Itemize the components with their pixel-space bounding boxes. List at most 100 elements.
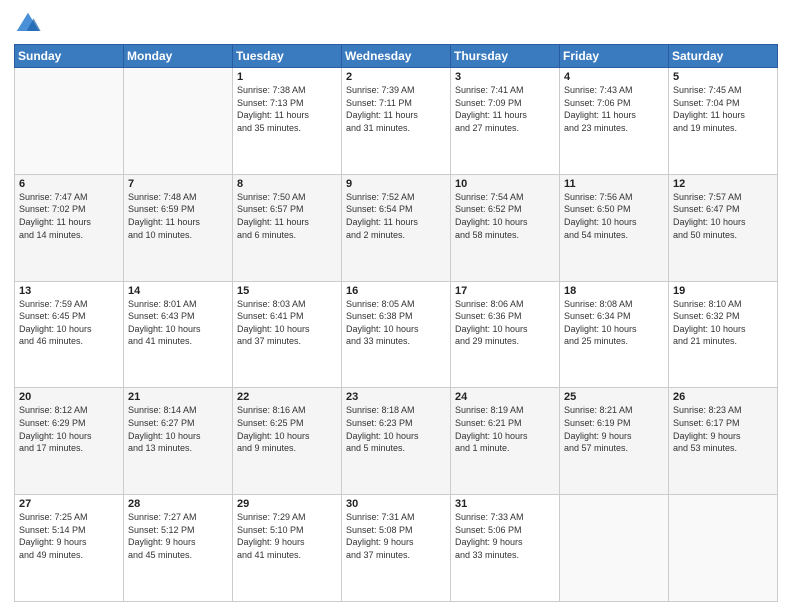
- weekday-header-wednesday: Wednesday: [342, 45, 451, 68]
- calendar-cell: 7Sunrise: 7:48 AM Sunset: 6:59 PM Daylig…: [124, 174, 233, 281]
- day-info: Sunrise: 8:14 AM Sunset: 6:27 PM Dayligh…: [128, 404, 228, 454]
- weekday-header-friday: Friday: [560, 45, 669, 68]
- day-info: Sunrise: 7:43 AM Sunset: 7:06 PM Dayligh…: [564, 84, 664, 134]
- week-row-2: 6Sunrise: 7:47 AM Sunset: 7:02 PM Daylig…: [15, 174, 778, 281]
- day-number: 5: [673, 71, 773, 83]
- day-info: Sunrise: 7:59 AM Sunset: 6:45 PM Dayligh…: [19, 298, 119, 348]
- day-number: 13: [19, 285, 119, 297]
- day-number: 14: [128, 285, 228, 297]
- day-number: 23: [346, 391, 446, 403]
- calendar-cell: 26Sunrise: 8:23 AM Sunset: 6:17 PM Dayli…: [669, 388, 778, 495]
- calendar-cell: 11Sunrise: 7:56 AM Sunset: 6:50 PM Dayli…: [560, 174, 669, 281]
- weekday-header-thursday: Thursday: [451, 45, 560, 68]
- weekday-header-sunday: Sunday: [15, 45, 124, 68]
- day-info: Sunrise: 7:29 AM Sunset: 5:10 PM Dayligh…: [237, 511, 337, 561]
- day-info: Sunrise: 7:52 AM Sunset: 6:54 PM Dayligh…: [346, 191, 446, 241]
- day-number: 24: [455, 391, 555, 403]
- weekday-header-monday: Monday: [124, 45, 233, 68]
- weekday-header-row: SundayMondayTuesdayWednesdayThursdayFrid…: [15, 45, 778, 68]
- day-number: 11: [564, 178, 664, 190]
- page: SundayMondayTuesdayWednesdayThursdayFrid…: [0, 0, 792, 612]
- calendar-cell: 12Sunrise: 7:57 AM Sunset: 6:47 PM Dayli…: [669, 174, 778, 281]
- day-number: 29: [237, 498, 337, 510]
- day-info: Sunrise: 8:18 AM Sunset: 6:23 PM Dayligh…: [346, 404, 446, 454]
- header: [14, 10, 778, 38]
- day-number: 21: [128, 391, 228, 403]
- day-info: Sunrise: 7:47 AM Sunset: 7:02 PM Dayligh…: [19, 191, 119, 241]
- calendar-cell: [669, 495, 778, 602]
- calendar-cell: 23Sunrise: 8:18 AM Sunset: 6:23 PM Dayli…: [342, 388, 451, 495]
- day-number: 7: [128, 178, 228, 190]
- calendar-cell: [560, 495, 669, 602]
- calendar-cell: 17Sunrise: 8:06 AM Sunset: 6:36 PM Dayli…: [451, 281, 560, 388]
- day-info: Sunrise: 7:39 AM Sunset: 7:11 PM Dayligh…: [346, 84, 446, 134]
- calendar-cell: 31Sunrise: 7:33 AM Sunset: 5:06 PM Dayli…: [451, 495, 560, 602]
- day-number: 1: [237, 71, 337, 83]
- day-number: 31: [455, 498, 555, 510]
- day-info: Sunrise: 7:50 AM Sunset: 6:57 PM Dayligh…: [237, 191, 337, 241]
- calendar-cell: 1Sunrise: 7:38 AM Sunset: 7:13 PM Daylig…: [233, 68, 342, 175]
- week-row-1: 1Sunrise: 7:38 AM Sunset: 7:13 PM Daylig…: [15, 68, 778, 175]
- day-number: 8: [237, 178, 337, 190]
- calendar-cell: [15, 68, 124, 175]
- day-info: Sunrise: 8:03 AM Sunset: 6:41 PM Dayligh…: [237, 298, 337, 348]
- day-info: Sunrise: 8:23 AM Sunset: 6:17 PM Dayligh…: [673, 404, 773, 454]
- day-number: 19: [673, 285, 773, 297]
- day-info: Sunrise: 8:08 AM Sunset: 6:34 PM Dayligh…: [564, 298, 664, 348]
- day-number: 17: [455, 285, 555, 297]
- weekday-header-saturday: Saturday: [669, 45, 778, 68]
- calendar-cell: 8Sunrise: 7:50 AM Sunset: 6:57 PM Daylig…: [233, 174, 342, 281]
- day-number: 6: [19, 178, 119, 190]
- calendar: SundayMondayTuesdayWednesdayThursdayFrid…: [14, 44, 778, 602]
- calendar-cell: 25Sunrise: 8:21 AM Sunset: 6:19 PM Dayli…: [560, 388, 669, 495]
- day-number: 2: [346, 71, 446, 83]
- calendar-cell: 21Sunrise: 8:14 AM Sunset: 6:27 PM Dayli…: [124, 388, 233, 495]
- day-number: 15: [237, 285, 337, 297]
- calendar-cell: 5Sunrise: 7:45 AM Sunset: 7:04 PM Daylig…: [669, 68, 778, 175]
- day-info: Sunrise: 7:27 AM Sunset: 5:12 PM Dayligh…: [128, 511, 228, 561]
- calendar-cell: 10Sunrise: 7:54 AM Sunset: 6:52 PM Dayli…: [451, 174, 560, 281]
- day-info: Sunrise: 7:41 AM Sunset: 7:09 PM Dayligh…: [455, 84, 555, 134]
- logo-icon: [14, 10, 42, 38]
- week-row-5: 27Sunrise: 7:25 AM Sunset: 5:14 PM Dayli…: [15, 495, 778, 602]
- day-number: 9: [346, 178, 446, 190]
- day-info: Sunrise: 8:10 AM Sunset: 6:32 PM Dayligh…: [673, 298, 773, 348]
- day-info: Sunrise: 7:48 AM Sunset: 6:59 PM Dayligh…: [128, 191, 228, 241]
- day-info: Sunrise: 7:38 AM Sunset: 7:13 PM Dayligh…: [237, 84, 337, 134]
- day-info: Sunrise: 8:19 AM Sunset: 6:21 PM Dayligh…: [455, 404, 555, 454]
- day-number: 20: [19, 391, 119, 403]
- calendar-cell: 27Sunrise: 7:25 AM Sunset: 5:14 PM Dayli…: [15, 495, 124, 602]
- day-number: 3: [455, 71, 555, 83]
- week-row-4: 20Sunrise: 8:12 AM Sunset: 6:29 PM Dayli…: [15, 388, 778, 495]
- calendar-cell: 2Sunrise: 7:39 AM Sunset: 7:11 PM Daylig…: [342, 68, 451, 175]
- calendar-cell: 9Sunrise: 7:52 AM Sunset: 6:54 PM Daylig…: [342, 174, 451, 281]
- day-number: 16: [346, 285, 446, 297]
- calendar-cell: 4Sunrise: 7:43 AM Sunset: 7:06 PM Daylig…: [560, 68, 669, 175]
- day-number: 12: [673, 178, 773, 190]
- calendar-cell: 15Sunrise: 8:03 AM Sunset: 6:41 PM Dayli…: [233, 281, 342, 388]
- calendar-cell: 20Sunrise: 8:12 AM Sunset: 6:29 PM Dayli…: [15, 388, 124, 495]
- weekday-header-tuesday: Tuesday: [233, 45, 342, 68]
- day-number: 10: [455, 178, 555, 190]
- day-number: 26: [673, 391, 773, 403]
- day-info: Sunrise: 8:12 AM Sunset: 6:29 PM Dayligh…: [19, 404, 119, 454]
- day-info: Sunrise: 7:57 AM Sunset: 6:47 PM Dayligh…: [673, 191, 773, 241]
- day-info: Sunrise: 8:16 AM Sunset: 6:25 PM Dayligh…: [237, 404, 337, 454]
- day-info: Sunrise: 8:01 AM Sunset: 6:43 PM Dayligh…: [128, 298, 228, 348]
- calendar-cell: 28Sunrise: 7:27 AM Sunset: 5:12 PM Dayli…: [124, 495, 233, 602]
- calendar-cell: 22Sunrise: 8:16 AM Sunset: 6:25 PM Dayli…: [233, 388, 342, 495]
- day-info: Sunrise: 7:33 AM Sunset: 5:06 PM Dayligh…: [455, 511, 555, 561]
- calendar-cell: 29Sunrise: 7:29 AM Sunset: 5:10 PM Dayli…: [233, 495, 342, 602]
- day-info: Sunrise: 8:06 AM Sunset: 6:36 PM Dayligh…: [455, 298, 555, 348]
- logo: [14, 10, 44, 38]
- calendar-cell: 19Sunrise: 8:10 AM Sunset: 6:32 PM Dayli…: [669, 281, 778, 388]
- day-info: Sunrise: 7:25 AM Sunset: 5:14 PM Dayligh…: [19, 511, 119, 561]
- calendar-cell: 6Sunrise: 7:47 AM Sunset: 7:02 PM Daylig…: [15, 174, 124, 281]
- calendar-cell: [124, 68, 233, 175]
- day-info: Sunrise: 7:54 AM Sunset: 6:52 PM Dayligh…: [455, 191, 555, 241]
- calendar-cell: 14Sunrise: 8:01 AM Sunset: 6:43 PM Dayli…: [124, 281, 233, 388]
- day-info: Sunrise: 7:31 AM Sunset: 5:08 PM Dayligh…: [346, 511, 446, 561]
- day-number: 25: [564, 391, 664, 403]
- day-number: 28: [128, 498, 228, 510]
- day-number: 22: [237, 391, 337, 403]
